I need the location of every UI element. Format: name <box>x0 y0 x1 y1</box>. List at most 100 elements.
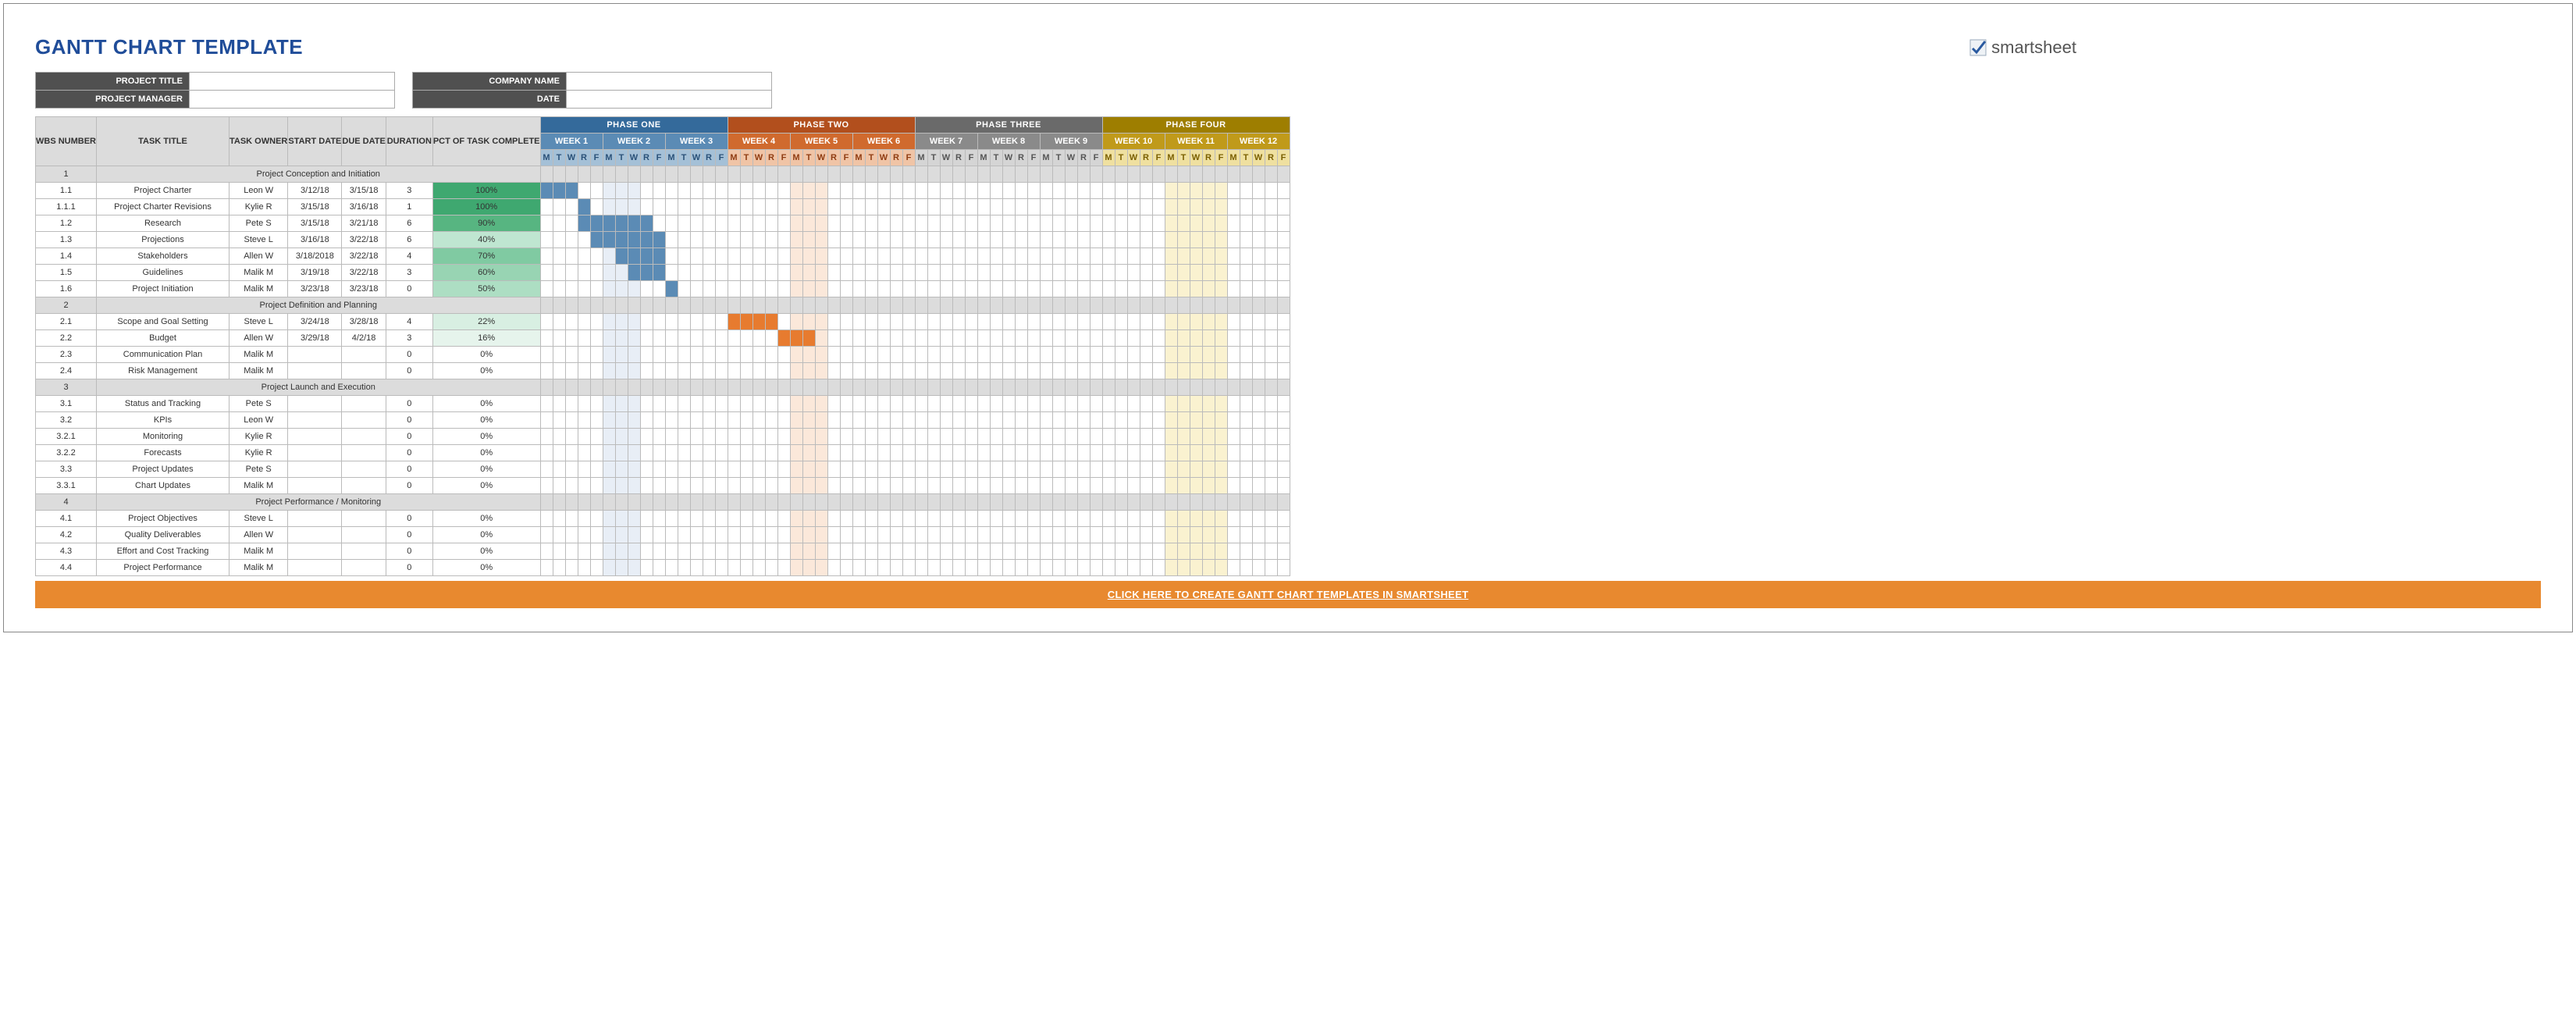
cell-start[interactable] <box>288 527 342 543</box>
cell-owner[interactable]: Steve L <box>229 232 288 248</box>
gantt-cell[interactable] <box>1115 281 1127 297</box>
gantt-cell[interactable] <box>765 527 777 543</box>
gantt-cell[interactable] <box>790 445 802 461</box>
gantt-cell[interactable] <box>565 527 578 543</box>
gantt-cell[interactable] <box>852 363 865 379</box>
gantt-cell[interactable] <box>1127 248 1140 265</box>
gantt-cell[interactable] <box>1202 396 1215 412</box>
gantt-cell[interactable] <box>553 281 565 297</box>
gantt-cell[interactable] <box>628 478 640 494</box>
cell-owner[interactable]: Allen W <box>229 330 288 347</box>
gantt-cell[interactable] <box>690 429 703 445</box>
gantt-cell[interactable] <box>1252 461 1265 478</box>
gantt-cell[interactable] <box>703 199 715 215</box>
gantt-cell[interactable] <box>578 215 590 232</box>
gantt-cell[interactable] <box>1165 330 1177 347</box>
cell-dur[interactable]: 0 <box>386 281 432 297</box>
gantt-cell[interactable] <box>1002 215 1015 232</box>
gantt-cell[interactable] <box>1040 412 1052 429</box>
gantt-cell[interactable] <box>1040 363 1052 379</box>
gantt-cell[interactable] <box>678 330 690 347</box>
gantt-cell[interactable] <box>565 429 578 445</box>
cell-due[interactable] <box>342 412 386 429</box>
cell-pct[interactable]: 0% <box>432 412 540 429</box>
gantt-cell[interactable] <box>1052 461 1065 478</box>
gantt-cell[interactable] <box>1090 215 1102 232</box>
gantt-cell[interactable] <box>1265 199 1277 215</box>
gantt-cell[interactable] <box>990 478 1002 494</box>
gantt-cell[interactable] <box>1190 429 1202 445</box>
gantt-cell[interactable] <box>540 429 553 445</box>
gantt-cell[interactable] <box>1152 248 1165 265</box>
gantt-cell[interactable] <box>753 183 765 199</box>
gantt-cell[interactable] <box>1265 232 1277 248</box>
gantt-cell[interactable] <box>1027 248 1040 265</box>
gantt-cell[interactable] <box>852 265 865 281</box>
gantt-cell[interactable] <box>902 314 915 330</box>
gantt-cell[interactable] <box>615 330 628 347</box>
gantt-cell[interactable] <box>1102 445 1115 461</box>
gantt-cell[interactable] <box>827 560 840 576</box>
gantt-cell[interactable] <box>1240 330 1252 347</box>
cell-task[interactable]: Guidelines <box>97 265 229 281</box>
gantt-cell[interactable] <box>1252 511 1265 527</box>
gantt-cell[interactable] <box>740 314 753 330</box>
gantt-cell[interactable] <box>815 543 827 560</box>
gantt-cell[interactable] <box>590 199 603 215</box>
gantt-cell[interactable] <box>753 543 765 560</box>
gantt-cell[interactable] <box>603 248 615 265</box>
gantt-cell[interactable] <box>740 527 753 543</box>
gantt-cell[interactable] <box>653 527 665 543</box>
gantt-cell[interactable] <box>877 429 890 445</box>
gantt-cell[interactable] <box>915 527 927 543</box>
cell-pct[interactable]: 16% <box>432 330 540 347</box>
gantt-cell[interactable] <box>1102 461 1115 478</box>
gantt-cell[interactable] <box>827 445 840 461</box>
gantt-cell[interactable] <box>790 461 802 478</box>
gantt-cell[interactable] <box>1040 396 1052 412</box>
gantt-cell[interactable] <box>1040 511 1052 527</box>
cell-pct[interactable]: 0% <box>432 347 540 363</box>
gantt-cell[interactable] <box>1202 199 1215 215</box>
gantt-cell[interactable] <box>902 183 915 199</box>
gantt-cell[interactable] <box>1002 461 1015 478</box>
gantt-cell[interactable] <box>1177 543 1190 560</box>
gantt-cell[interactable] <box>1115 199 1127 215</box>
gantt-cell[interactable] <box>1152 560 1165 576</box>
gantt-cell[interactable] <box>565 248 578 265</box>
gantt-cell[interactable] <box>553 330 565 347</box>
gantt-cell[interactable] <box>753 281 765 297</box>
gantt-cell[interactable] <box>590 560 603 576</box>
gantt-cell[interactable] <box>815 363 827 379</box>
gantt-cell[interactable] <box>990 543 1002 560</box>
cell-dur[interactable]: 0 <box>386 429 432 445</box>
gantt-cell[interactable] <box>977 560 990 576</box>
gantt-cell[interactable] <box>790 347 802 363</box>
gantt-cell[interactable] <box>1165 215 1177 232</box>
gantt-cell[interactable] <box>1227 412 1240 429</box>
gantt-cell[interactable] <box>952 347 965 363</box>
gantt-cell[interactable] <box>1252 199 1265 215</box>
gantt-cell[interactable] <box>728 429 740 445</box>
gantt-cell[interactable] <box>1265 330 1277 347</box>
gantt-cell[interactable] <box>1165 543 1177 560</box>
gantt-cell[interactable] <box>1252 429 1265 445</box>
gantt-cell[interactable] <box>1115 232 1127 248</box>
gantt-cell[interactable] <box>1252 232 1265 248</box>
gantt-cell[interactable] <box>915 429 927 445</box>
gantt-cell[interactable] <box>927 560 940 576</box>
gantt-cell[interactable] <box>990 265 1002 281</box>
gantt-cell[interactable] <box>1077 314 1090 330</box>
gantt-cell[interactable] <box>977 183 990 199</box>
gantt-cell[interactable] <box>1040 478 1052 494</box>
gantt-cell[interactable] <box>915 314 927 330</box>
gantt-cell[interactable] <box>653 183 665 199</box>
gantt-cell[interactable] <box>865 199 877 215</box>
gantt-cell[interactable] <box>1065 199 1077 215</box>
gantt-cell[interactable] <box>1152 215 1165 232</box>
gantt-cell[interactable] <box>628 215 640 232</box>
gantt-cell[interactable] <box>728 265 740 281</box>
gantt-cell[interactable] <box>1052 560 1065 576</box>
cell-pct[interactable]: 0% <box>432 429 540 445</box>
gantt-cell[interactable] <box>553 199 565 215</box>
